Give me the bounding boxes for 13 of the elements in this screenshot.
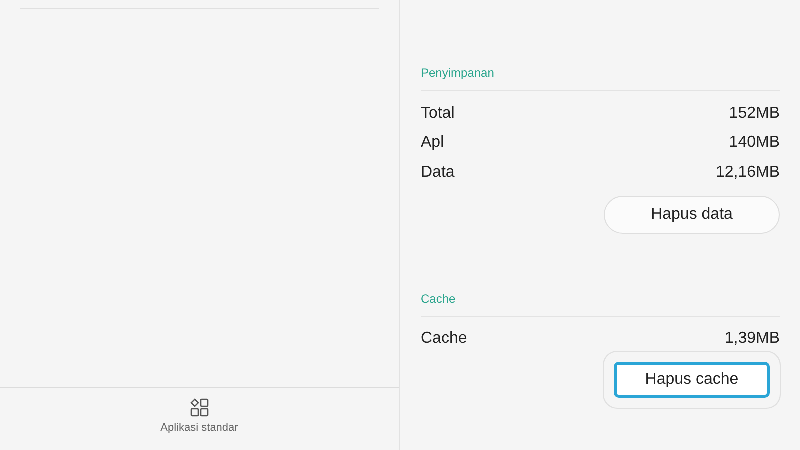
storage-label: Data — [421, 164, 455, 182]
storage-label: Cache — [421, 330, 468, 348]
storage-label: Apl — [421, 134, 444, 152]
storage-value: 152MB — [729, 104, 780, 123]
storage-value: 140MB — [729, 134, 780, 152]
storage-value: 12,16MB — [716, 164, 780, 182]
apps-icon[interactable] — [190, 398, 210, 418]
storage-label: Total — [421, 104, 455, 123]
section-header: Cache — [421, 234, 780, 316]
section-header: Penyimpanan — [421, 0, 780, 91]
storage-value: 1,39MB — [724, 330, 780, 348]
clear-button[interactable]: Hapus data — [604, 196, 780, 234]
default-apps-label[interactable]: Aplikasi standar — [160, 422, 238, 434]
